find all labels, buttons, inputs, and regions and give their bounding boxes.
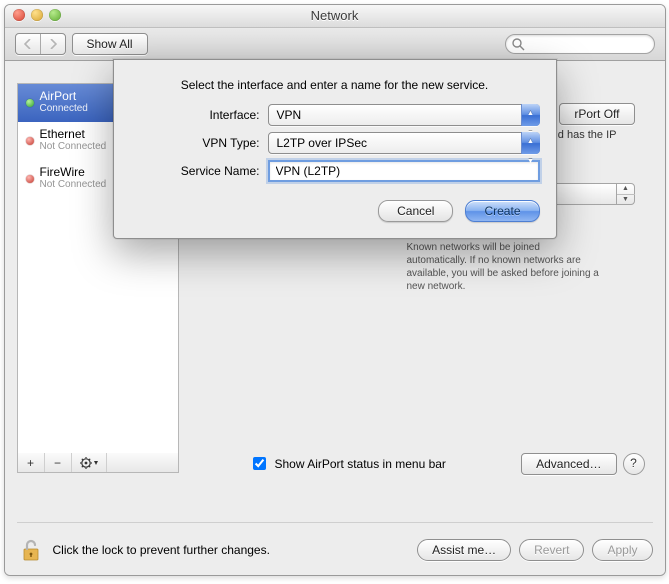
new-service-sheet: Select the interface and enter a name fo…: [113, 59, 557, 239]
remove-service-button[interactable]: −: [45, 453, 72, 472]
service-name-label: Service Name:: [130, 164, 268, 178]
show-status-label: Show AirPort status in menu bar: [275, 457, 446, 471]
lock-text: Click the lock to prevent further change…: [53, 543, 270, 557]
show-status-row: Show AirPort status in menu bar: [249, 454, 446, 473]
help-button[interactable]: ?: [623, 453, 645, 475]
add-service-button[interactable]: +: [18, 453, 45, 472]
sidebar-item-status: Not Connected: [40, 141, 107, 152]
status-dot-icon: [26, 99, 34, 107]
action-menu-button[interactable]: [72, 453, 107, 472]
popup-stepper-icon: ▲▼: [616, 183, 635, 205]
sidebar-item-label: AirPort: [40, 90, 88, 103]
status-text-fragment: d has the IP: [558, 129, 617, 141]
traffic-lights: [13, 9, 61, 21]
vpn-type-label: VPN Type:: [130, 136, 268, 150]
ask-to-join-help: Known networks will be joined automatica…: [407, 241, 603, 293]
search-icon: [511, 37, 525, 51]
vpn-type-popup[interactable]: L2TP over IPSec ▲▼: [268, 132, 540, 154]
plus-icon: +: [27, 456, 34, 470]
unlock-icon[interactable]: [17, 537, 43, 563]
status-dot-icon: [26, 175, 34, 183]
assist-me-button[interactable]: Assist me…: [417, 539, 511, 561]
toolbar-search: [505, 34, 655, 54]
chevron-right-icon: [49, 39, 57, 49]
interface-label: Interface:: [130, 108, 268, 122]
forward-button[interactable]: [40, 34, 65, 54]
question-icon: ?: [630, 456, 637, 470]
nav-segmented: [15, 33, 66, 55]
interface-popup[interactable]: VPN ▲▼: [268, 104, 540, 126]
sidebar-item-status: Not Connected: [40, 179, 107, 190]
vpn-type-value: L2TP over IPSec: [277, 136, 368, 150]
service-name-input[interactable]: [268, 160, 540, 182]
sidebar-tools: + −: [17, 453, 179, 473]
cancel-button[interactable]: Cancel: [378, 200, 453, 222]
sheet-prompt: Select the interface and enter a name fo…: [130, 78, 540, 92]
create-button[interactable]: Create: [465, 200, 539, 222]
lock-area: Click the lock to prevent further change…: [17, 537, 410, 563]
minus-icon: −: [54, 456, 61, 470]
show-all-button[interactable]: Show All: [72, 33, 148, 55]
status-dot-icon: [26, 137, 34, 145]
gear-icon: [79, 456, 99, 470]
interface-value: VPN: [277, 108, 302, 122]
apply-button[interactable]: Apply: [592, 539, 652, 561]
sidebar-item-status: Connected: [40, 103, 88, 114]
sidebar-item-label: FireWire: [40, 166, 107, 179]
search-input[interactable]: [505, 34, 655, 54]
turn-airport-off-button[interactable]: rPort Off: [559, 103, 634, 125]
advanced-button[interactable]: Advanced…: [521, 453, 616, 475]
chevron-left-icon: [24, 39, 32, 49]
close-window-button[interactable]: [13, 9, 25, 21]
titlebar: Network: [5, 5, 665, 28]
prefs-footer: Click the lock to prevent further change…: [17, 522, 653, 563]
window-title: Network: [5, 5, 665, 27]
minimize-window-button[interactable]: [31, 9, 43, 21]
network-prefs-window: Network Show All: [4, 4, 666, 576]
back-button[interactable]: [16, 34, 40, 54]
sidebar-item-label: Ethernet: [40, 128, 107, 141]
show-status-checkbox[interactable]: [253, 457, 266, 470]
zoom-window-button[interactable]: [49, 9, 61, 21]
toolbar: Show All: [5, 28, 665, 61]
popup-arrows-icon: ▲▼: [521, 132, 540, 154]
revert-button[interactable]: Revert: [519, 539, 584, 561]
popup-arrows-icon: ▲▼: [521, 104, 540, 126]
